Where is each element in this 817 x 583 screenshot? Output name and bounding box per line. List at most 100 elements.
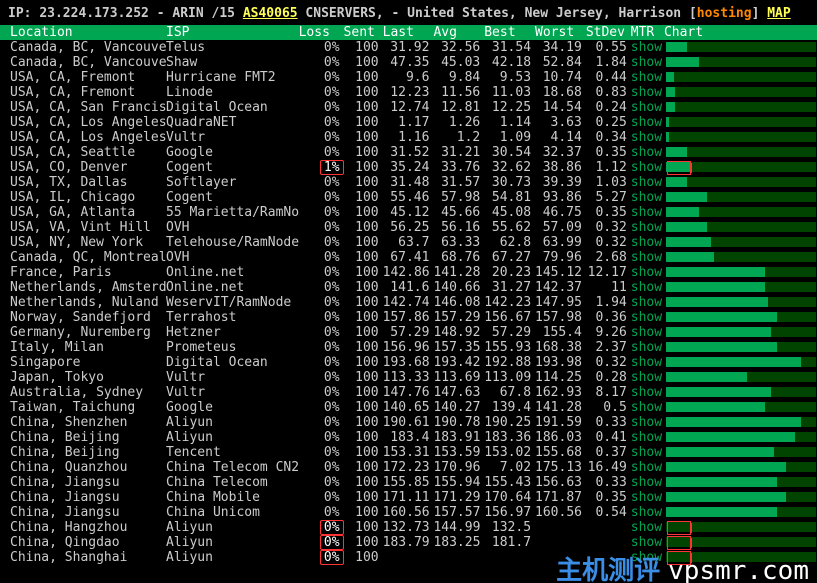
- avg-cell: 146.08: [433, 295, 484, 310]
- chart-bar-bg: [666, 42, 816, 52]
- mtr-show-link[interactable]: show: [631, 325, 664, 340]
- chart-cell: [664, 310, 817, 325]
- mtr-show-link[interactable]: show: [631, 400, 664, 415]
- isp-cell: China Telecom: [166, 475, 299, 490]
- mtr-show-link[interactable]: show: [631, 265, 664, 280]
- chart-bar-bg: [666, 207, 816, 217]
- mtr-show-link[interactable]: show: [631, 535, 664, 550]
- table-row: Norway, SandefjordTerrahost0%100157.8615…: [0, 310, 817, 325]
- loss-cell: 0%: [299, 295, 344, 310]
- mtr-show-link[interactable]: show: [631, 190, 664, 205]
- isp-cell: Vultr: [166, 130, 299, 145]
- col-best: Best: [484, 25, 535, 40]
- loss-cell: 0%: [299, 265, 344, 280]
- mtr-show-link[interactable]: show: [631, 370, 664, 385]
- worst-cell: 160.56: [535, 505, 586, 520]
- banner-domain: vpsmr.com: [668, 556, 809, 583]
- mtr-show-link[interactable]: show: [631, 385, 664, 400]
- chart-cell: [664, 400, 817, 415]
- mtr-show-link[interactable]: show: [631, 445, 664, 460]
- sent-cell: 100: [344, 340, 383, 355]
- mtr-show-link[interactable]: show: [631, 130, 664, 145]
- chart-bar: [666, 387, 771, 397]
- worst-cell: 114.25: [535, 370, 586, 385]
- last-cell: 141.6: [383, 280, 434, 295]
- mtr-show-link[interactable]: show: [631, 145, 664, 160]
- mtr-show-link[interactable]: show: [631, 55, 664, 70]
- table-row: China, JiangsuChina Unicom0%100160.56157…: [0, 505, 817, 520]
- last-cell: 12.23: [383, 85, 434, 100]
- location-cell: Italy, Milan: [10, 340, 166, 355]
- best-cell: 11.03: [484, 85, 535, 100]
- loss-highlight: 0%: [320, 535, 344, 550]
- mtr-show-link[interactable]: show: [631, 460, 664, 475]
- mtr-show-link[interactable]: show: [631, 100, 664, 115]
- mtr-show-link[interactable]: show: [631, 310, 664, 325]
- worst-cell: 32.37: [535, 145, 586, 160]
- mtr-show-link[interactable]: show: [631, 250, 664, 265]
- mtr-show-link[interactable]: show: [631, 160, 664, 175]
- mtr-show-link[interactable]: show: [631, 490, 664, 505]
- mtr-show-link[interactable]: show: [631, 355, 664, 370]
- asn-link[interactable]: AS40065: [243, 6, 298, 21]
- avg-cell: 190.78: [433, 415, 484, 430]
- chart-bar-bg: [666, 507, 816, 517]
- col-worst: Worst: [535, 25, 586, 40]
- avg-cell: 57.98: [433, 190, 484, 205]
- sent-cell: 100: [344, 295, 383, 310]
- sent-cell: 100: [344, 280, 383, 295]
- isp-cell: QuadraNET: [166, 115, 299, 130]
- isp-cell: Prometeus: [166, 340, 299, 355]
- loss-cell: 0%: [299, 70, 344, 85]
- mtr-show-link[interactable]: show: [631, 40, 664, 55]
- table-row: USA, CA, FremontLinode0%10012.2311.5611.…: [0, 85, 817, 100]
- avg-cell: 9.84: [433, 70, 484, 85]
- mtr-show-link[interactable]: show: [631, 520, 664, 535]
- chart-cell: [664, 340, 817, 355]
- mtr-show-link[interactable]: show: [631, 85, 664, 100]
- avg-cell: 31.57: [433, 175, 484, 190]
- mtr-show-link[interactable]: show: [631, 70, 664, 85]
- chart-cell: [664, 520, 817, 535]
- chart-bar-bg: [666, 447, 816, 457]
- mtr-show-link[interactable]: show: [631, 340, 664, 355]
- isp-cell: Google: [166, 145, 299, 160]
- mtr-show-link[interactable]: show: [631, 295, 664, 310]
- mtr-show-link[interactable]: show: [631, 175, 664, 190]
- chart-bar-bg: [666, 537, 816, 547]
- stdev-cell: 0.25: [586, 115, 631, 130]
- avg-cell: 183.91: [433, 430, 484, 445]
- best-cell: 153.02: [484, 445, 535, 460]
- mtr-show-link[interactable]: show: [631, 220, 664, 235]
- avg-cell: 140.27: [433, 400, 484, 415]
- isp-cell: China Unicom: [166, 505, 299, 520]
- mtr-show-link[interactable]: show: [631, 205, 664, 220]
- chart-bar-bg: [666, 387, 816, 397]
- mtr-show-link[interactable]: show: [631, 115, 664, 130]
- table-row: China, BeijingAliyun0%100183.4183.91183.…: [0, 430, 817, 445]
- last-cell: 56.25: [383, 220, 434, 235]
- chart-cell: [664, 235, 817, 250]
- avg-cell: 183.25: [433, 535, 484, 550]
- table-row: Canada, BC, VancouverTelus0%10031.9232.5…: [0, 40, 817, 55]
- mtr-show-link[interactable]: show: [631, 505, 664, 520]
- worst-cell: 156.63: [535, 475, 586, 490]
- mtr-show-link[interactable]: show: [631, 415, 664, 430]
- mtr-show-link[interactable]: show: [631, 475, 664, 490]
- loss-cell: 0%: [299, 310, 344, 325]
- location-cell: China, Shanghai: [10, 550, 166, 565]
- map-link[interactable]: MAP: [767, 6, 790, 21]
- chart-cell: [664, 190, 817, 205]
- avg-cell: 31.21: [433, 145, 484, 160]
- best-cell: 57.29: [484, 325, 535, 340]
- last-cell: 147.76: [383, 385, 434, 400]
- loss-cell: 0%: [299, 475, 344, 490]
- last-cell: 55.46: [383, 190, 434, 205]
- isp-cell: Softlayer: [166, 175, 299, 190]
- mtr-show-link[interactable]: show: [631, 280, 664, 295]
- mtr-show-link[interactable]: show: [631, 430, 664, 445]
- avg-cell: 140.66: [433, 280, 484, 295]
- worst-cell: 10.74: [535, 70, 586, 85]
- mtr-show-link[interactable]: show: [631, 235, 664, 250]
- stdev-cell: 2.68: [586, 250, 631, 265]
